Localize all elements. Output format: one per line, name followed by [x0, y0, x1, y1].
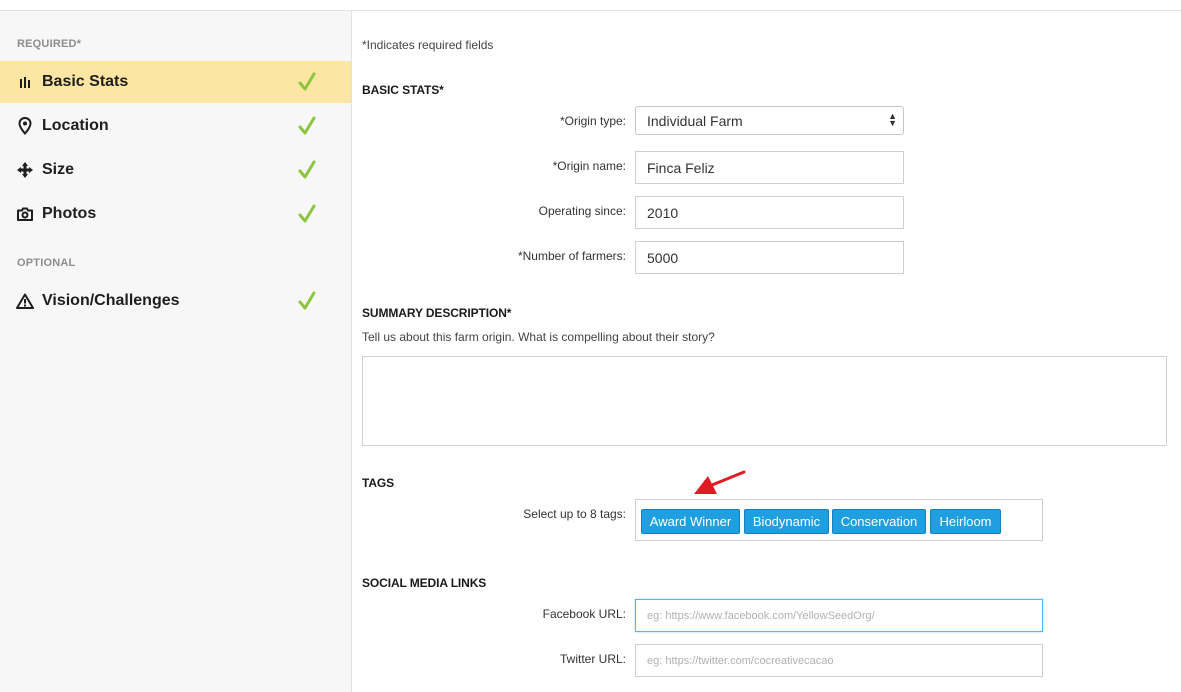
summary-help-text: Tell us about this farm origin. What is … — [362, 330, 715, 344]
twitter-url-label: Twitter URL: — [559, 652, 626, 666]
summary-description-heading: SUMMARY DESCRIPTION* — [362, 306, 512, 320]
sidebar-item-label: Photos — [42, 205, 97, 222]
optional-section-label: OPTIONAL — [17, 257, 76, 269]
select-arrows-icon: ▲ ▼ — [888, 111, 897, 128]
tags-heading: TAGS — [362, 476, 395, 490]
origin-type-label: *Origin type: — [559, 114, 626, 128]
operating-since-label: Operating since: — [538, 204, 626, 218]
sidebar-item-size[interactable]: Size — [0, 149, 351, 191]
tag-award-winner[interactable]: Award Winner — [641, 509, 740, 534]
sidebar-item-label: Basic Stats — [42, 73, 129, 90]
check-icon — [297, 204, 319, 224]
tag-heirloom[interactable]: Heirloom — [930, 509, 1001, 534]
annotation-arrow-icon — [694, 470, 746, 494]
number-of-farmers-value: 5000 — [647, 249, 679, 266]
camera-icon — [16, 204, 34, 224]
sidebar: REQUIRED* Basic Stats Location Size Phot — [0, 11, 352, 692]
top-bar — [0, 0, 1181, 11]
sidebar-item-vision-challenges[interactable]: Vision/Challenges — [0, 280, 351, 322]
warning-icon — [16, 291, 34, 311]
operating-since-value: 2010 — [647, 204, 679, 221]
tag-biodynamic[interactable]: Biodynamic — [744, 509, 829, 534]
sidebar-item-photos[interactable]: Photos — [0, 193, 351, 235]
number-of-farmers-input[interactable]: 5000 — [635, 241, 904, 274]
map-pin-icon — [16, 116, 34, 136]
social-media-heading: SOCIAL MEDIA LINKS — [362, 576, 487, 590]
check-icon — [297, 116, 319, 136]
bar-chart-icon — [16, 72, 34, 92]
check-icon — [297, 291, 319, 311]
sidebar-item-label: Size — [42, 161, 75, 178]
check-icon — [297, 160, 319, 180]
sidebar-item-location[interactable]: Location — [0, 105, 351, 147]
main-form: *Indicates required fields BASIC STATS* … — [352, 11, 1181, 692]
check-icon — [297, 72, 319, 92]
sidebar-item-basic-stats[interactable]: Basic Stats — [0, 61, 351, 103]
origin-name-input[interactable]: Finca Feliz — [635, 151, 904, 184]
number-of-farmers-label: *Number of farmers: — [517, 249, 626, 263]
sidebar-item-label: Location — [42, 117, 109, 134]
tags-label: Select up to 8 tags: — [523, 507, 626, 521]
origin-type-value: Individual Farm — [647, 112, 743, 129]
required-fields-note: *Indicates required fields — [362, 38, 494, 52]
facebook-url-input[interactable] — [635, 599, 1043, 632]
summary-description-textarea[interactable] — [362, 356, 1167, 446]
origin-name-value: Finca Feliz — [647, 159, 715, 176]
facebook-url-label: Facebook URL: — [542, 607, 626, 621]
sidebar-item-label: Vision/Challenges — [42, 292, 180, 309]
twitter-url-input[interactable] — [635, 644, 1043, 677]
origin-name-label: *Origin name: — [552, 159, 626, 173]
expand-arrows-icon — [16, 160, 34, 180]
tag-conservation[interactable]: Conservation — [832, 509, 926, 534]
basic-stats-heading: BASIC STATS* — [362, 83, 444, 97]
operating-since-input[interactable]: 2010 — [635, 196, 904, 229]
origin-type-select[interactable]: Individual Farm ▲ ▼ — [635, 106, 904, 135]
required-section-label: REQUIRED* — [17, 38, 82, 50]
tags-select[interactable]: Award Winner Biodynamic Conservation Hei… — [635, 499, 1043, 541]
